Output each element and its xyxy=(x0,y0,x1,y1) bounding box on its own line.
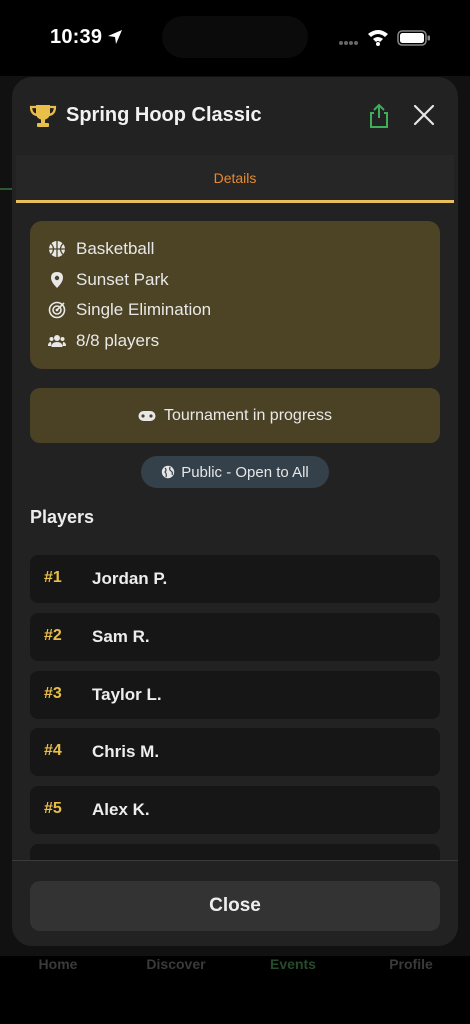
player-rank: #4 xyxy=(44,742,62,759)
share-icon[interactable] xyxy=(367,103,391,129)
battery-icon xyxy=(397,30,430,46)
players-heading: Players xyxy=(30,507,95,527)
tournament-status-banner: Tournament in progress xyxy=(30,388,440,443)
pin-icon xyxy=(51,272,63,288)
gamepad-icon xyxy=(138,410,156,421)
player-name: Taylor L. xyxy=(92,685,162,704)
target-icon xyxy=(48,301,66,319)
sheet-header: Spring Hoop Classic xyxy=(12,77,458,155)
player-row[interactable]: #2 Sam R. xyxy=(30,613,440,661)
tab-details[interactable]: Details xyxy=(16,155,454,203)
info-sport-text: Basketball xyxy=(76,239,155,258)
player-row[interactable]: #3 Taylor L. xyxy=(30,671,440,719)
player-rank: #2 xyxy=(44,627,62,644)
player-name: Chris M. xyxy=(92,742,160,761)
background-accent xyxy=(0,188,12,190)
tournament-details-sheet: Spring Hoop Classic Details Basketball S… xyxy=(12,77,458,946)
info-location-text: Sunset Park xyxy=(76,270,169,289)
wifi-icon xyxy=(368,30,388,46)
sheet-title: Spring Hoop Classic xyxy=(66,104,262,126)
player-rank: #3 xyxy=(44,685,62,702)
cellular-signal-icon xyxy=(339,41,358,45)
location-arrow-icon xyxy=(108,30,122,44)
tournament-info-card: Basketball Sunset Park Single Eliminatio… xyxy=(30,221,440,369)
tab-active-indicator xyxy=(16,200,454,203)
player-name: Alex K. xyxy=(92,800,150,819)
player-row[interactable]: #1 Jordan P. xyxy=(30,555,440,603)
info-format: Single Elimination xyxy=(48,299,211,321)
info-sport: Basketball xyxy=(48,238,154,260)
visibility-badge: Public - Open to All xyxy=(141,456,329,488)
player-name: Sam R. xyxy=(92,627,150,646)
close-icon[interactable] xyxy=(412,103,436,127)
bg-tab-events: Events xyxy=(270,956,316,972)
player-row[interactable]: #4 Chris M. xyxy=(30,728,440,776)
info-players: 8/8 players xyxy=(48,330,159,352)
bg-tab-profile: Profile xyxy=(389,956,433,972)
tournament-status-text: Tournament in progress xyxy=(163,406,333,424)
visibility-text: Public - Open to All xyxy=(181,463,309,481)
close-button[interactable]: Close xyxy=(30,881,440,931)
background-tab-bar: Home Discover Events Profile xyxy=(0,940,470,990)
bg-tab-home: Home xyxy=(38,956,78,972)
tab-bar: Details xyxy=(16,155,454,203)
status-bar: 10:39 xyxy=(0,0,470,72)
trophy-icon xyxy=(29,105,57,127)
bg-tab-discover: Discover xyxy=(146,956,206,972)
globe-icon xyxy=(162,465,175,479)
player-rank: #5 xyxy=(44,800,62,817)
player-rank: #1 xyxy=(44,569,62,586)
basketball-icon xyxy=(49,241,65,257)
sheet-footer: Close xyxy=(12,860,458,946)
player-name: Jordan P. xyxy=(92,569,168,588)
info-format-text: Single Elimination xyxy=(76,300,212,319)
player-row[interactable]: #5 Alex K. xyxy=(30,786,440,834)
status-time: 10:39 xyxy=(50,26,103,48)
dynamic-island xyxy=(162,16,308,58)
info-players-text: 8/8 players xyxy=(76,331,160,350)
users-icon xyxy=(48,335,66,347)
info-location: Sunset Park xyxy=(48,269,169,291)
